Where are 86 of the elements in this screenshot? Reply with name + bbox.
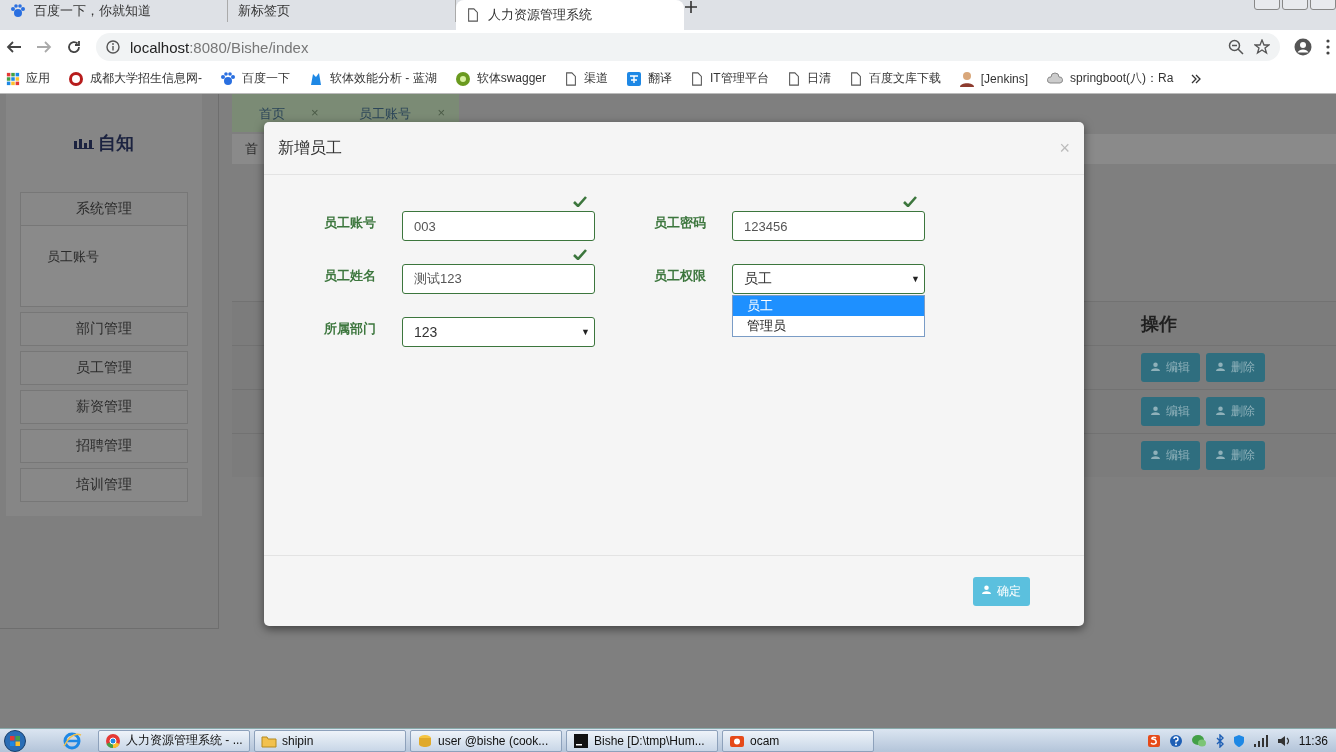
database-icon bbox=[417, 732, 433, 749]
bookmark[interactable]: 百度一下 bbox=[220, 70, 290, 87]
user-icon bbox=[1151, 405, 1163, 418]
page-icon bbox=[690, 70, 705, 87]
star-icon[interactable] bbox=[1254, 39, 1270, 55]
bookmark[interactable]: [Jenkins] bbox=[958, 70, 1029, 87]
shield-icon[interactable] bbox=[1232, 733, 1245, 748]
minimize-button[interactable] bbox=[1254, 0, 1280, 10]
paw-icon bbox=[10, 3, 26, 19]
breadcrumb: 首 bbox=[245, 140, 258, 158]
user-icon bbox=[1151, 361, 1163, 374]
browser-tab[interactable]: 人力资源管理系统 bbox=[456, 0, 684, 30]
zoom-out-icon[interactable] bbox=[1228, 39, 1244, 55]
user-icon bbox=[1216, 361, 1228, 374]
page-icon bbox=[466, 7, 480, 23]
submenu-item[interactable]: 员工账号 bbox=[47, 248, 161, 266]
seal-icon bbox=[68, 70, 84, 87]
input-field[interactable]: 测试123 bbox=[402, 264, 595, 294]
help-icon[interactable] bbox=[1168, 733, 1183, 748]
apps-icon bbox=[6, 71, 20, 86]
paw-icon bbox=[220, 70, 236, 87]
reload-icon[interactable] bbox=[66, 39, 82, 55]
bluetooth-icon[interactable] bbox=[1214, 733, 1225, 748]
input-method-icon[interactable] bbox=[1146, 733, 1161, 748]
field-label: 所属部门 bbox=[324, 320, 377, 338]
clock[interactable]: 11:36 bbox=[1298, 733, 1328, 748]
menu-item[interactable]: 薪资管理 bbox=[20, 390, 188, 424]
bookmark[interactable]: 成都大学招生信息网- bbox=[68, 70, 202, 87]
bookmark[interactable]: 日清 bbox=[786, 70, 831, 87]
field-label: 员工权限 bbox=[654, 267, 707, 285]
dropdown-option[interactable]: 管理员 bbox=[733, 316, 924, 336]
field-label: 员工账号 bbox=[324, 214, 377, 232]
bookmark[interactable]: 百度文库下载 bbox=[848, 70, 941, 87]
new-tab-icon[interactable] bbox=[684, 0, 698, 14]
bookmark[interactable]: springboot(八)：Ra bbox=[1046, 70, 1174, 87]
dialog-title: 新增员工 bbox=[278, 137, 343, 158]
taskbar-item[interactable]: Bishe [D:\tmp\Hum... bbox=[566, 729, 718, 752]
page-icon bbox=[848, 70, 863, 87]
address-bar[interactable]: localhost:8080/Bishe/index bbox=[96, 33, 1280, 61]
restore-button[interactable] bbox=[1282, 0, 1308, 10]
page-icon bbox=[786, 70, 801, 87]
chrome-icon bbox=[105, 732, 121, 749]
field-label: 员工姓名 bbox=[324, 267, 377, 285]
user-icon bbox=[1151, 449, 1163, 462]
menu-item[interactable]: 部门管理 bbox=[20, 312, 188, 346]
bookmark[interactable]: 软体效能分析 - 蓝湖 bbox=[308, 70, 437, 87]
info-icon[interactable] bbox=[106, 40, 120, 54]
logo-bars-icon bbox=[74, 137, 94, 149]
browser-tab[interactable]: 百度一下，你就知道 bbox=[0, 0, 228, 22]
taskbar-item[interactable]: 人力资源管理系统 - ... bbox=[98, 729, 250, 752]
browser-e-icon[interactable] bbox=[62, 730, 82, 751]
column-header: 操作 bbox=[1141, 312, 1177, 336]
bookmark[interactable]: 翻译 bbox=[626, 70, 673, 87]
user-icon bbox=[1216, 449, 1228, 462]
user-icon bbox=[982, 585, 994, 597]
back-icon[interactable] bbox=[6, 39, 22, 55]
menu-item[interactable]: 系统管理 bbox=[20, 192, 188, 226]
person-icon bbox=[958, 70, 975, 87]
bookmark[interactable]: 应用 bbox=[6, 70, 50, 87]
bookmark[interactable]: IT管理平台 bbox=[690, 70, 769, 87]
menu-item[interactable]: 招聘管理 bbox=[20, 429, 188, 463]
volume-icon[interactable] bbox=[1276, 733, 1291, 748]
taskbar-item[interactable]: ocam bbox=[722, 729, 874, 752]
taskbar-item[interactable]: user @bishe (cook... bbox=[410, 729, 562, 752]
cloud-icon bbox=[1046, 70, 1065, 87]
select-field[interactable]: 员工 ▼ bbox=[732, 264, 925, 294]
bookmark[interactable]: 渠道 bbox=[564, 70, 609, 87]
input-field[interactable]: 123456 bbox=[732, 211, 925, 241]
field-label: 员工密码 bbox=[654, 214, 707, 232]
page-icon bbox=[564, 70, 579, 87]
close-button[interactable] bbox=[1310, 0, 1336, 10]
menu-item[interactable]: 员工管理 bbox=[20, 351, 188, 385]
taskbar-item[interactable]: shipin bbox=[254, 729, 406, 752]
select-field[interactable]: 123 ▼ bbox=[402, 317, 595, 347]
ide-icon bbox=[573, 732, 589, 749]
translate-icon bbox=[626, 70, 643, 87]
input-field[interactable]: 003 bbox=[402, 211, 595, 241]
swagger-icon bbox=[454, 70, 471, 87]
network-icon[interactable] bbox=[1252, 733, 1269, 748]
bookmark[interactable]: 软体swagger bbox=[454, 70, 547, 87]
profile-icon[interactable] bbox=[1294, 38, 1312, 56]
logo-text: 自知 bbox=[98, 132, 134, 155]
chevron-icon[interactable] bbox=[1191, 73, 1202, 84]
menu-item[interactable]: 培训管理 bbox=[20, 468, 188, 502]
user-icon bbox=[1216, 405, 1228, 418]
menu-icon[interactable] bbox=[1326, 39, 1330, 55]
